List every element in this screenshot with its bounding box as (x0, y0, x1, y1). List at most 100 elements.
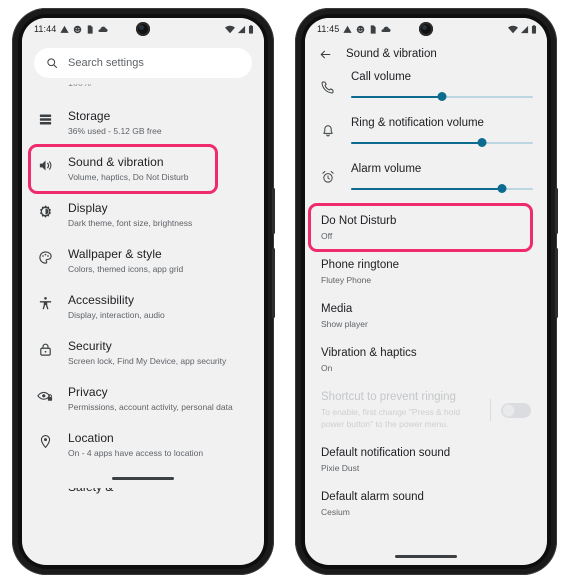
cloud-icon (381, 26, 391, 32)
preference-row-default-notification-sound[interactable]: Default notification sound Pixie Dust (305, 438, 547, 482)
settings-row-privacy[interactable]: Privacy Permissions, account activity, p… (22, 376, 264, 422)
settings-row-sound-and-vibration[interactable]: Sound & vibration Volume, haptics, Do No… (22, 144, 264, 194)
settings-row-subtitle: Volume, haptics, Do Not Disturb (68, 172, 189, 182)
storage-icon (22, 109, 68, 127)
search-icon (47, 58, 57, 68)
preference-text-block: Shortcut to prevent ringing To enable, f… (321, 390, 480, 430)
right-status-left-cluster: 11:45 (317, 24, 391, 34)
settings-row-title: Privacy (68, 385, 108, 399)
left-front-camera (136, 22, 150, 36)
preference-subtitle: Pixie Dust (321, 463, 360, 473)
left-status-left-cluster: 11:44 (34, 24, 108, 34)
preference-title: Default notification sound (321, 447, 451, 459)
right-front-camera (419, 22, 433, 36)
settings-row-storage[interactable]: Storage 36% used - 5.12 GB free (22, 100, 264, 146)
alarm-icon (305, 158, 351, 184)
slider-thumb[interactable] (437, 92, 447, 101)
wifi-icon (508, 25, 518, 33)
settings-row-subtitle: On - 4 apps have access to location (68, 448, 204, 458)
wifi-icon (225, 25, 235, 33)
volume-slider-alarm[interactable] (351, 180, 533, 198)
settings-row-title: Sound & vibration (68, 155, 164, 169)
left-nav-pill[interactable] (112, 476, 174, 480)
location-pin-icon (22, 431, 68, 449)
left-phone-power-button[interactable] (272, 188, 275, 234)
bell-icon (305, 112, 351, 138)
left-status-clock: 11:44 (34, 24, 57, 34)
left-nav-bar (22, 468, 264, 488)
document-icon (88, 24, 93, 34)
search-bar-container: Search settings (22, 40, 264, 84)
battery-icon (248, 24, 254, 34)
preference-subtitle: On (321, 363, 333, 373)
preference-divider (490, 399, 491, 421)
screenshot-root: 11:44 Search settings Storage 36% used -… (0, 0, 565, 583)
settings-row-subtitle: Permissions, account activity, personal … (68, 402, 233, 412)
settings-row-title: Wallpaper & style (68, 247, 162, 261)
preference-row-shortcut-to-prevent-ringing: Shortcut to prevent ringing To enable, f… (305, 382, 547, 438)
preference-title: Do Not Disturb (321, 215, 397, 227)
emoji-icon (74, 25, 82, 33)
preference-row-vibration-and-haptics[interactable]: Vibration & haptics On (305, 338, 547, 382)
left-status-bar: 11:44 (22, 18, 264, 40)
privacy-eye-icon (22, 385, 68, 403)
settings-row-title: Display (68, 201, 108, 215)
right-phone-volume-button[interactable] (555, 248, 558, 318)
settings-row-title: Storage (68, 109, 111, 123)
sound-settings-list: Call volume Ring & notification volume A… (305, 64, 547, 526)
preference-title: Vibration & haptics (321, 347, 417, 359)
preference-title: Media (321, 303, 353, 315)
clipped-battery-percent: 100% (68, 84, 91, 88)
settings-row-subtitle: 36% used - 5.12 GB free (68, 126, 162, 136)
settings-row-subtitle: Screen lock, Find My Device, app securit… (68, 356, 227, 366)
slider-label: Ring & notification volume (351, 117, 484, 129)
volume-slider-ring[interactable] (351, 134, 533, 152)
settings-row-subtitle: Dark theme, font size, brightness (68, 218, 193, 228)
settings-row-wallpaper-and-style[interactable]: Wallpaper & style Colors, themed icons, … (22, 238, 264, 284)
settings-row-subtitle: Display, interaction, audio (68, 310, 165, 320)
settings-row-security[interactable]: Security Screen lock, Find My Device, ap… (22, 330, 264, 376)
left-status-right-cluster (225, 24, 254, 34)
clipped-battery-percent-row: 100% (22, 84, 264, 100)
left-phone-volume-button[interactable] (272, 248, 275, 318)
left-phone-screen: 11:44 Search settings Storage 36% used -… (22, 18, 264, 565)
settings-row-title: Security (68, 339, 112, 353)
right-phone-power-button[interactable] (555, 188, 558, 234)
arrow-back-icon[interactable] (319, 48, 332, 61)
preference-subtitle: Show player (321, 319, 368, 329)
settings-row-subtitle: Colors, themed icons, app grid (68, 264, 184, 274)
slider-row-call-volume[interactable]: Call volume (305, 64, 547, 110)
settings-row-location[interactable]: Location On - 4 apps have access to loca… (22, 422, 264, 468)
left-phone-frame: 11:44 Search settings Storage 36% used -… (12, 8, 275, 575)
shortcut-toggle-switch[interactable] (501, 402, 531, 418)
preference-row-media[interactable]: Media Show player (305, 294, 547, 338)
slider-row-alarm-volume[interactable]: Alarm volume (305, 156, 547, 202)
right-phone-screen: 11:45 Sound & vibration Call volume Ring… (305, 18, 547, 565)
settings-row-accessibility[interactable]: Accessibility Display, interaction, audi… (22, 284, 264, 330)
accessibility-icon (22, 293, 68, 311)
slider-row-ring-notification-volume[interactable]: Ring & notification volume (305, 110, 547, 156)
slider-fill (351, 142, 483, 144)
preference-subtitle: To enable, first change "Press & hold po… (321, 407, 461, 429)
warning-icon (343, 25, 352, 33)
slider-thumb[interactable] (477, 138, 487, 147)
preference-title: Default alarm sound (321, 491, 424, 503)
toggle-knob (503, 404, 514, 416)
search-input[interactable]: Search settings (34, 48, 252, 78)
settings-row-title: Location (68, 431, 114, 445)
volume-up-icon (22, 155, 68, 173)
preference-title: Phone ringtone (321, 259, 400, 271)
slider-thumb[interactable] (497, 184, 507, 193)
preference-title: Shortcut to prevent ringing (321, 391, 456, 403)
preference-row-do-not-disturb[interactable]: Do Not Disturb Off (305, 203, 547, 252)
preference-row-default-alarm-sound[interactable]: Default alarm sound Cesium (305, 482, 547, 526)
preference-row-phone-ringtone[interactable]: Phone ringtone Flutey Phone (305, 250, 547, 294)
settings-row-display[interactable]: Display Dark theme, font size, brightnes… (22, 192, 264, 238)
emoji-icon (357, 25, 365, 33)
volume-slider-call[interactable] (351, 88, 533, 106)
battery-icon (531, 24, 537, 34)
lock-icon (22, 339, 68, 357)
warning-icon (60, 25, 69, 33)
right-nav-pill[interactable] (395, 554, 457, 558)
right-status-clock: 11:45 (317, 24, 340, 34)
